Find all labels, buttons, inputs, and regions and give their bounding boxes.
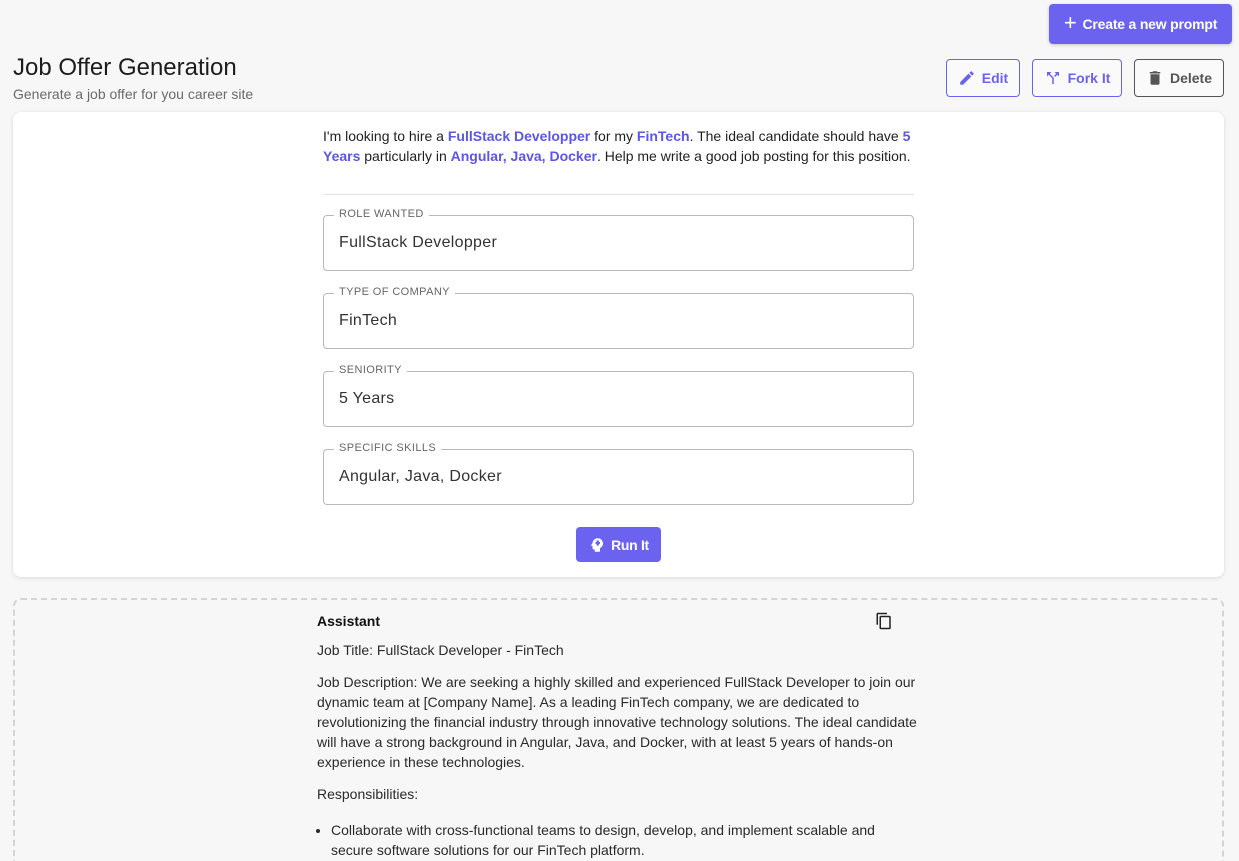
specific-skills-field[interactable]: SPECIFIC SKILLS Angular, Java, Docker xyxy=(323,442,914,505)
brain-head-icon xyxy=(591,537,604,552)
prompt-skills: Angular, Java, Docker xyxy=(450,148,597,164)
list-item: Collaborate with cross-functional teams … xyxy=(331,820,917,860)
prompt-text: I'm looking to hire a FullStack Developp… xyxy=(323,126,915,166)
responsibilities-heading: Responsibilities: xyxy=(317,786,419,802)
assistant-result-panel: Assistant Job Title: FullStack Developer… xyxy=(13,598,1224,861)
pencil-icon xyxy=(960,71,974,85)
prompt-fragment: I'm looking to hire a xyxy=(323,128,448,144)
seniority-field[interactable]: SENIORITY 5 Years xyxy=(323,364,914,427)
trash-icon xyxy=(1149,71,1161,85)
seniority-value[interactable]: 5 Years xyxy=(339,390,394,408)
plus-icon: + xyxy=(1063,10,1077,35)
prompt-role: FullStack Developper xyxy=(447,128,591,144)
company-type-value[interactable]: FinTech xyxy=(339,312,397,330)
prompt-fragment: . Help me write a good job posting for t… xyxy=(596,148,911,164)
company-type-label: TYPE OF COMPANY xyxy=(334,286,455,298)
role-wanted-field[interactable]: ROLE WANTED FullStack Developper xyxy=(323,208,914,271)
run-label: Run It xyxy=(611,536,649,553)
edit-button[interactable]: Edit xyxy=(946,59,1020,97)
fork-label: Fork It xyxy=(1067,70,1111,86)
prompt-fragment: for my xyxy=(590,128,637,144)
assistant-message: Job Title: FullStack Developer - FinTech… xyxy=(317,640,917,860)
responsibilities-list: Collaborate with cross-functional teams … xyxy=(317,820,917,860)
run-button[interactable]: Run It xyxy=(576,527,661,562)
page-title: Job Offer Generation xyxy=(13,54,237,81)
specific-skills-value[interactable]: Angular, Java, Docker xyxy=(339,468,502,486)
create-prompt-button[interactable]: + Create a new prompt xyxy=(1049,4,1232,44)
role-wanted-value[interactable]: FullStack Developper xyxy=(339,234,497,252)
edit-label: Edit xyxy=(981,70,1009,86)
company-type-field[interactable]: TYPE OF COMPANY FinTech xyxy=(323,286,914,349)
delete-button[interactable]: Delete xyxy=(1134,59,1224,97)
prompt-fragment: particularly in xyxy=(360,148,451,164)
fork-icon xyxy=(1046,72,1059,84)
role-wanted-label: ROLE WANTED xyxy=(334,208,429,220)
seniority-label: SENIORITY xyxy=(334,364,407,376)
specific-skills-label: SPECIFIC SKILLS xyxy=(334,442,442,454)
job-title-text: Job Title: FullStack Developer - FinTech xyxy=(317,642,564,658)
fork-button[interactable]: Fork It xyxy=(1032,59,1122,97)
prompt-fragment: . The ideal candidate should have xyxy=(689,128,903,144)
assistant-label: Assistant xyxy=(317,613,381,629)
job-description-text: Job Description: We are seeking a highly… xyxy=(317,674,917,770)
create-prompt-label: Create a new prompt xyxy=(1082,16,1218,32)
prompt-company: FinTech xyxy=(636,128,690,144)
delete-label: Delete xyxy=(1169,70,1213,86)
page-subtitle: Generate a job offer for you career site xyxy=(13,86,254,102)
divider xyxy=(323,194,914,195)
copy-icon[interactable] xyxy=(875,612,893,630)
prompt-card: I'm looking to hire a FullStack Developp… xyxy=(13,112,1224,577)
